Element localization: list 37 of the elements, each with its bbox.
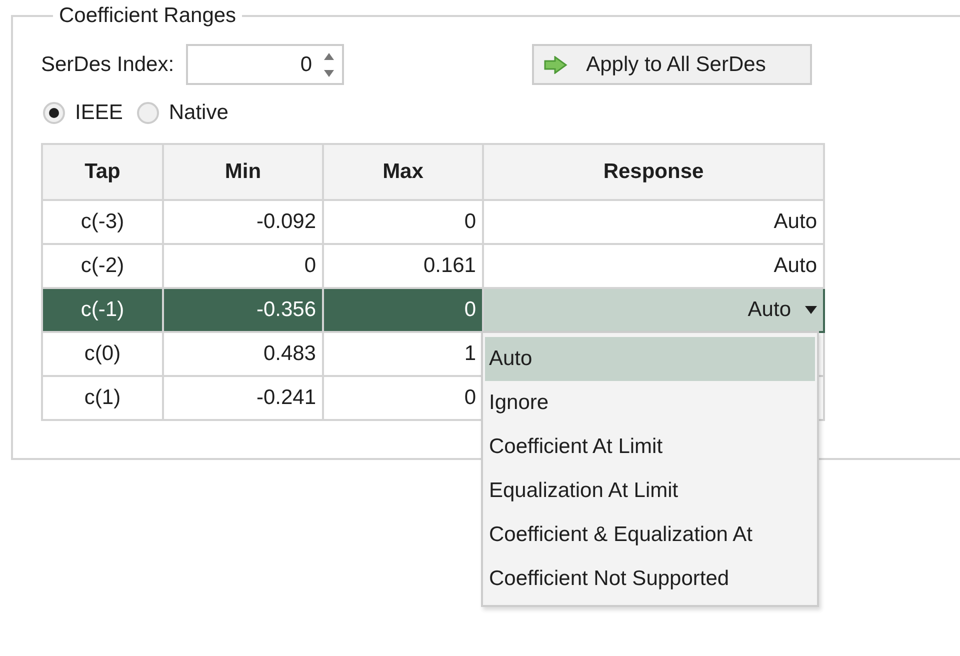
dropdown-option[interactable]: Coefficient At Limit [485,425,815,469]
table-cell: 0 [323,288,483,332]
table-cell: 1 [323,332,483,376]
table-cell: 0 [323,200,483,244]
table-cell: Auto [774,210,817,234]
radio-button[interactable] [136,102,159,124]
field-label: SerDes Index: [41,52,174,76]
table-cell: c(0) [42,332,163,376]
radio-label: IEEE [75,101,123,125]
column-header[interactable]: Max [323,144,483,200]
dropdown-option[interactable]: Equalization At Limit [485,469,815,513]
column-header[interactable]: Response [483,144,824,200]
group-title: Coefficient Ranges [58,4,238,28]
table-cell: 0.483 [163,332,323,376]
arrow-right-icon [544,56,568,74]
table-cell: c(-1) [42,288,163,332]
dropdown-option[interactable]: Ignore [485,381,815,425]
table-cell: c(1) [42,376,163,420]
table-cell: Auto [774,254,817,278]
table-cell: -0.241 [163,376,323,420]
column-header[interactable]: Tap [42,144,163,200]
table-cell: c(-2) [42,244,163,288]
table-cell: 0 [323,376,483,420]
spin-box[interactable]: 0 [186,44,344,85]
spin-field[interactable]: 0 [212,52,322,76]
table-cell: -0.092 [163,200,323,244]
radio-label: Native [168,101,228,125]
table-cell: -0.356 [163,288,323,332]
dropdown-option[interactable]: Auto [485,337,815,381]
table-cell: c(-3) [42,200,163,244]
column-header[interactable]: Min [163,144,323,200]
apply-button[interactable]: Apply to All SerDes [532,44,812,85]
radio-button[interactable] [43,102,65,124]
dropdown-option[interactable]: Coefficient & Equalization At [485,513,815,557]
table-cell: 0.161 [323,244,483,288]
table-cell: 0 [163,244,323,288]
dropdown-option[interactable]: Coefficient Not Supported [485,557,815,601]
